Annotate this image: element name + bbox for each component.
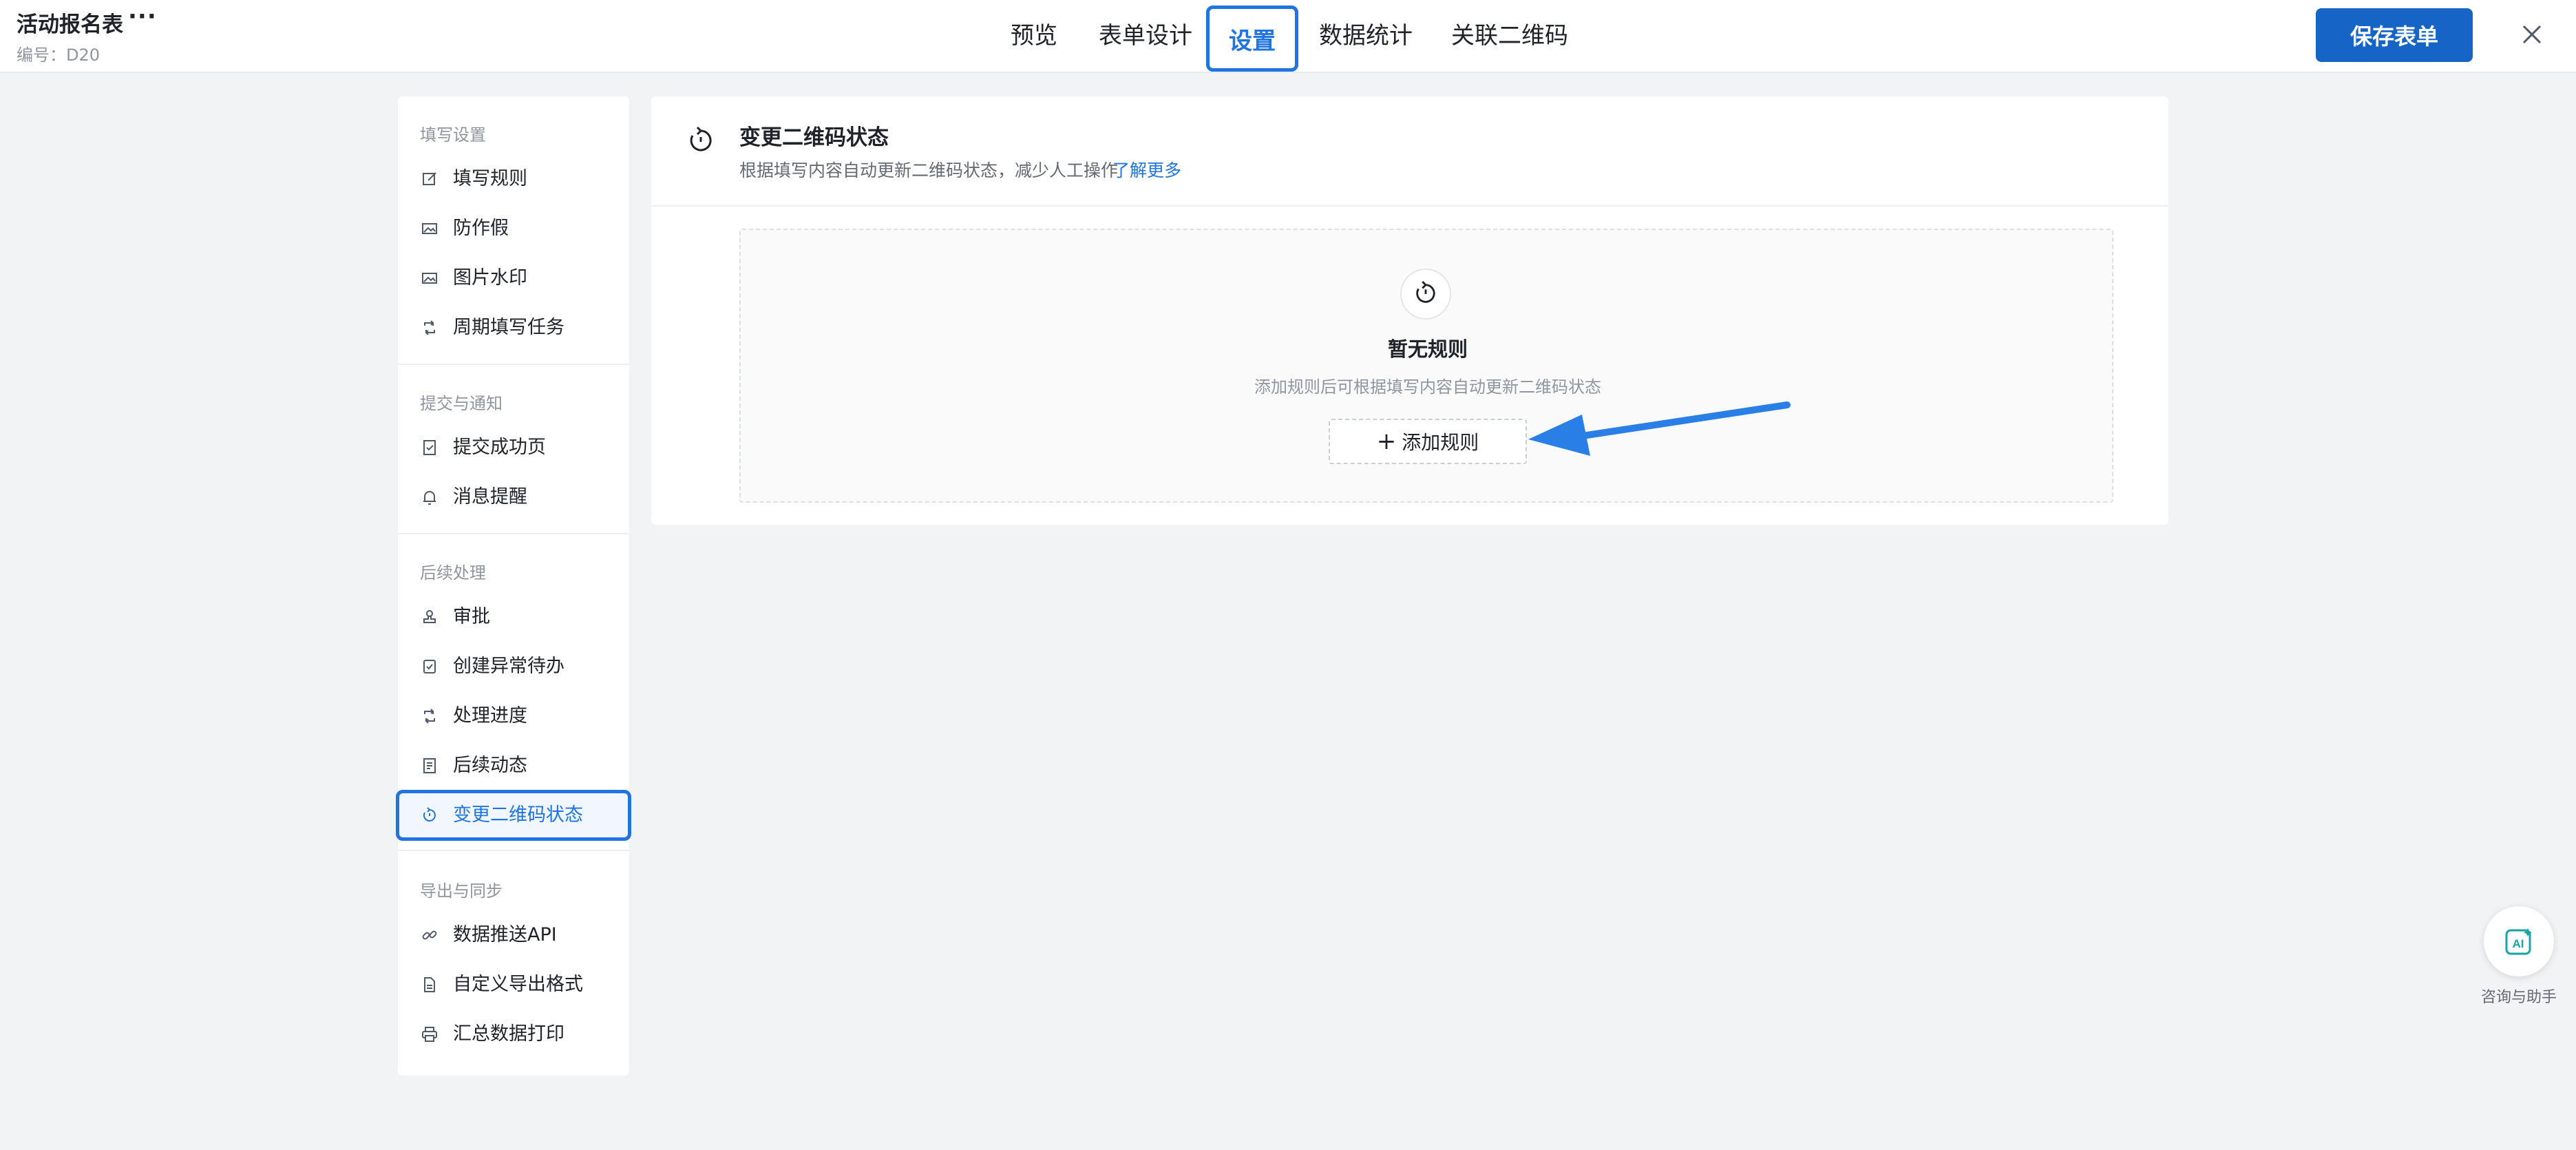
sidebar-item-change-qrcode-status[interactable]: 变更二维码状态 xyxy=(398,795,629,836)
ai-icon-text: AI xyxy=(2513,937,2524,950)
plus-icon: + xyxy=(1376,428,1397,455)
refresh-timer-icon xyxy=(690,127,712,151)
stamp-icon xyxy=(423,610,436,623)
annotation-arrow-icon xyxy=(1528,401,1791,456)
add-rule-label: 添加规则 xyxy=(1402,431,1479,454)
printer-icon xyxy=(422,1027,437,1042)
sidebar-item-periodic-task[interactable]: 周期填写任务 xyxy=(398,307,629,348)
section-description: 根据填写内容自动更新二维码状态，减少人工操作 xyxy=(739,160,1119,180)
sidebar-item-label: 防作假 xyxy=(453,218,509,239)
edit-icon xyxy=(423,172,436,185)
rules-empty-state: 暂无规则 添加规则后可根据填写内容自动更新二维码状态 + 添加规则 xyxy=(739,229,2113,503)
sidebar-item-progress[interactable]: 处理进度 xyxy=(398,696,629,737)
group-title-follow-up: 后续处理 xyxy=(420,563,486,583)
empty-state-description: 添加规则后可根据填写内容自动更新二维码状态 xyxy=(1254,377,1601,397)
add-rule-button[interactable]: + 添加规则 xyxy=(1329,419,1527,464)
sidebar-item-label: 填写规则 xyxy=(453,168,527,189)
list-doc-icon xyxy=(423,758,436,773)
sidebar-item-label: 图片水印 xyxy=(453,267,527,289)
sidebar-item-follow-activity[interactable]: 后续动态 xyxy=(398,745,629,786)
ai-assistant-button[interactable]: AI xyxy=(2484,906,2554,976)
group-title-submit-notify: 提交与通知 xyxy=(420,394,503,413)
refresh-timer-icon xyxy=(423,807,436,822)
link-icon xyxy=(422,930,437,940)
tab-form-design[interactable]: 表单设计 xyxy=(1099,21,1192,51)
sidebar-item-approval[interactable]: 审批 xyxy=(398,596,629,638)
sidebar-item-image-watermark[interactable]: 图片水印 xyxy=(398,258,629,299)
save-form-button[interactable]: 保存表单 xyxy=(2316,8,2473,62)
sidebar-item-data-push-api[interactable]: 数据推送API xyxy=(398,914,629,956)
tab-linked-qrcode[interactable]: 关联二维码 xyxy=(1451,21,1568,51)
learn-more-link[interactable]: 了解更多 xyxy=(1112,157,1181,182)
sidebar-item-label: 变更二维码状态 xyxy=(453,804,583,826)
tab-data-statistics[interactable]: 数据统计 xyxy=(1319,21,1413,51)
sidebar-item-fill-rules[interactable]: 填写规则 xyxy=(398,158,629,200)
sidebar-item-label: 后续动态 xyxy=(453,755,527,776)
file-icon xyxy=(424,977,435,992)
image-icon xyxy=(422,223,437,234)
top-bar: 活动报名表 ··· 编号：D20 预览 表单设计 设置 数据统计 关联二维码 保… xyxy=(0,0,2576,73)
sidebar-item-anti-fake[interactable]: 防作假 xyxy=(398,208,629,249)
repeat-icon xyxy=(424,709,435,724)
sidebar-item-label: 汇总数据打印 xyxy=(453,1023,564,1045)
divider xyxy=(398,850,629,851)
tab-bar: 预览 表单设计 设置 数据统计 关联二维码 xyxy=(0,0,2576,73)
group-title-export-sync: 导出与同步 xyxy=(420,881,503,901)
sidebar-item-success-page[interactable]: 提交成功页 xyxy=(398,427,629,468)
bell-icon xyxy=(423,491,436,505)
tab-settings[interactable]: 设置 xyxy=(1206,6,1298,72)
task-icon xyxy=(423,660,436,673)
divider xyxy=(398,533,629,534)
group-title-fill-settings: 填写设置 xyxy=(420,125,486,145)
sidebar-item-label: 审批 xyxy=(453,606,490,627)
refresh-timer-icon xyxy=(1416,281,1435,303)
divider xyxy=(651,205,2168,207)
repeat-icon xyxy=(424,320,435,335)
sidebar-item-label: 提交成功页 xyxy=(453,437,546,458)
sidebar-item-summary-print[interactable]: 汇总数据打印 xyxy=(398,1014,629,1055)
sidebar-item-label: 创建异常待办 xyxy=(453,656,564,677)
sidebar-item-label: 自定义导出格式 xyxy=(453,974,583,995)
doc-check-icon xyxy=(423,440,436,455)
ai-assistant-label: 咨询与助手 xyxy=(2480,989,2557,1006)
sidebar-item-message-reminder[interactable]: 消息提醒 xyxy=(398,477,629,518)
image-icon xyxy=(422,273,437,284)
sidebar-item-label: 周期填写任务 xyxy=(453,317,564,338)
section-title: 变更二维码状态 xyxy=(739,125,889,150)
close-icon[interactable] xyxy=(2520,18,2544,51)
empty-state-title: 暂无规则 xyxy=(1387,337,1468,361)
sidebar-item-custom-export[interactable]: 自定义导出格式 xyxy=(398,964,629,1005)
divider xyxy=(398,364,629,365)
ai-assistant-icon: AI xyxy=(2505,928,2532,955)
sidebar-item-label: 处理进度 xyxy=(453,705,527,726)
settings-sidebar: 填写设置 填写规则 防作假 图片水印 周期填写任务 提交与通知 提交成功页 消息… xyxy=(396,96,631,1076)
main-panel: 变更二维码状态 根据填写内容自动更新二维码状态，减少人工操作 了解更多 暂无规则… xyxy=(651,96,2168,525)
sidebar-item-exception-todo[interactable]: 创建异常待办 xyxy=(398,646,629,687)
sidebar-item-label: 消息提醒 xyxy=(453,486,527,508)
sidebar-item-label: 数据推送API xyxy=(453,924,557,945)
empty-state-icon-wrapper xyxy=(1400,269,1451,320)
tab-preview[interactable]: 预览 xyxy=(1011,21,1057,51)
